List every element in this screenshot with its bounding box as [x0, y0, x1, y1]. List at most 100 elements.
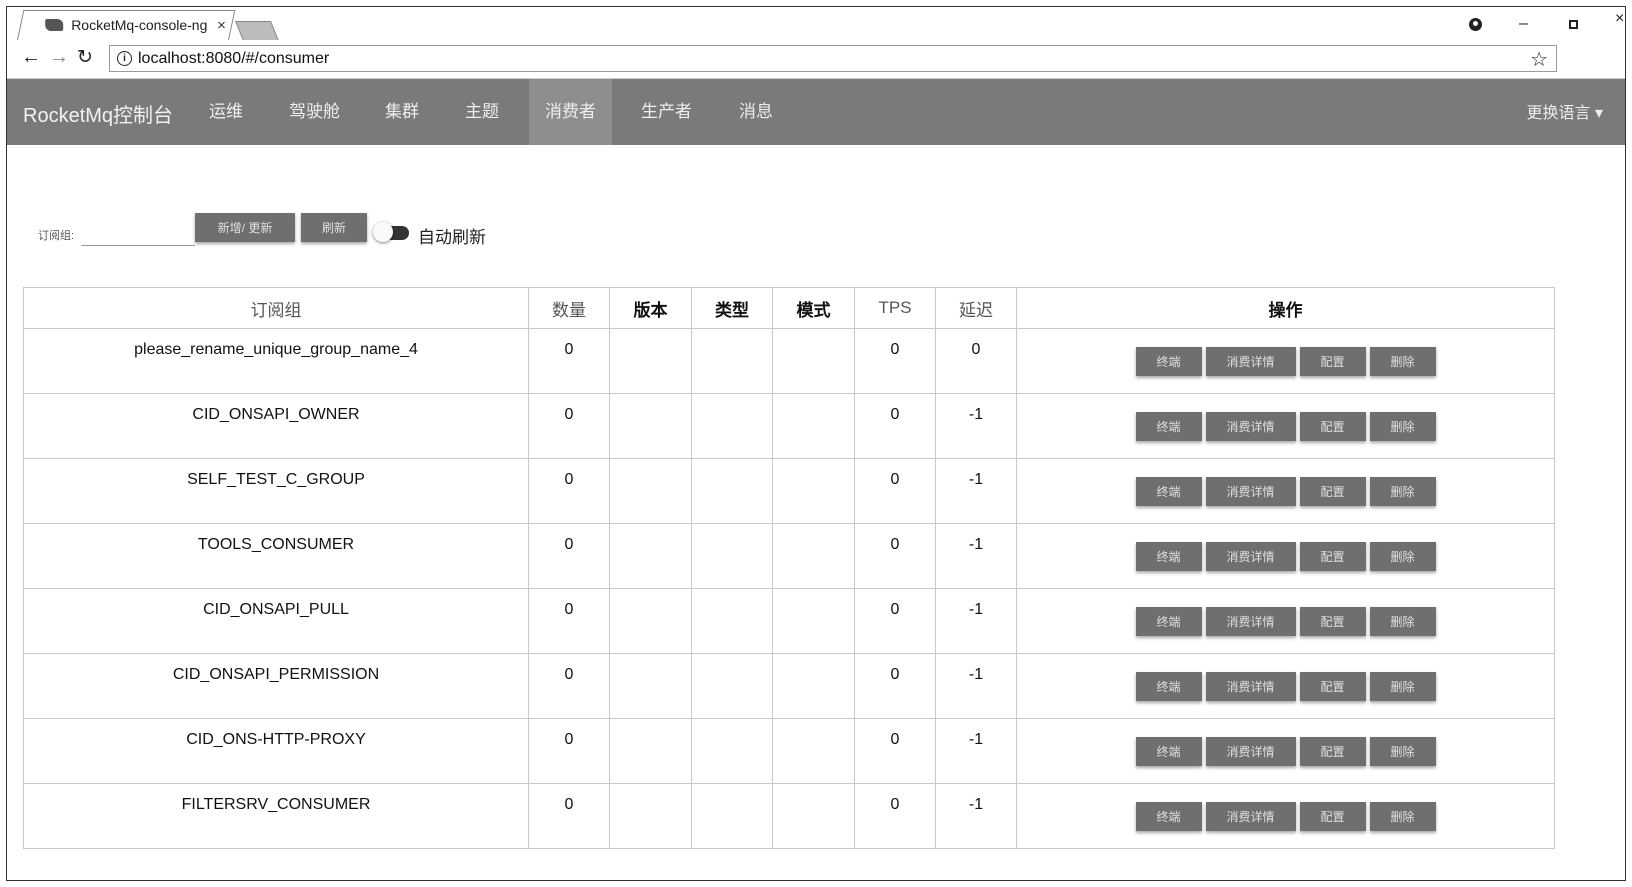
nav-item-dashboard[interactable]: 驾驶舱	[273, 79, 356, 145]
consume-detail-button[interactable]: 消费详情	[1205, 347, 1296, 376]
restore-icon[interactable]	[1569, 20, 1578, 29]
config-button[interactable]: 配置	[1299, 347, 1366, 376]
cell-delay: 0	[935, 328, 1017, 394]
reload-icon[interactable]: ↻	[77, 46, 93, 69]
language-dropdown[interactable]: 更换语言 ▾	[1527, 99, 1603, 123]
config-button[interactable]: 配置	[1299, 607, 1366, 636]
url-input[interactable]: i localhost:8080/#/consumer ☆	[109, 45, 1557, 72]
consume-detail-button[interactable]: 消费详情	[1205, 607, 1296, 636]
refresh-button[interactable]: 刷新	[301, 213, 367, 242]
cell-delay: -1	[935, 653, 1017, 719]
cell-tps: 0	[854, 393, 936, 459]
nav-item-message[interactable]: 消息	[723, 79, 789, 145]
config-button[interactable]: 配置	[1299, 672, 1366, 701]
cell-tps: 0	[854, 588, 936, 654]
terminal-button[interactable]: 终端	[1135, 672, 1202, 701]
browser-tab[interactable]: RocketMq-console-ng ×	[17, 10, 236, 40]
column-header-count[interactable]: 数量	[528, 287, 610, 329]
cell-count: 0	[528, 653, 610, 719]
delete-button[interactable]: 删除	[1369, 672, 1436, 701]
account-icon[interactable]	[1469, 18, 1482, 31]
config-button[interactable]: 配置	[1299, 412, 1366, 441]
address-bar: ← → ↻ i localhost:8080/#/consumer ☆	[7, 40, 1625, 79]
consume-detail-button[interactable]: 消费详情	[1205, 672, 1296, 701]
delete-button[interactable]: 删除	[1369, 347, 1436, 376]
terminal-button[interactable]: 终端	[1135, 477, 1202, 506]
config-button[interactable]: 配置	[1299, 802, 1366, 831]
consume-detail-button[interactable]: 消费详情	[1205, 802, 1296, 831]
nav-item-ops[interactable]: 运维	[193, 79, 259, 145]
group-filter-input[interactable]	[81, 221, 195, 246]
cell-delay: -1	[935, 783, 1017, 849]
cell-tps: 0	[854, 653, 936, 719]
consume-detail-button[interactable]: 消费详情	[1205, 542, 1296, 571]
cell-tps: 0	[854, 783, 936, 849]
forward-arrow-icon[interactable]: →	[49, 46, 69, 69]
column-header-delay[interactable]: 延迟	[935, 287, 1017, 329]
cell-mode	[772, 653, 855, 719]
cell-delay: -1	[935, 393, 1017, 459]
terminal-button[interactable]: 终端	[1135, 802, 1202, 831]
table-row: please_rename_unique_group_name_4 0 0 0 终端 消费…	[23, 328, 1555, 394]
bookmark-star-icon[interactable]: ☆	[1530, 47, 1548, 72]
consume-detail-button[interactable]: 消费详情	[1205, 737, 1296, 766]
config-button[interactable]: 配置	[1299, 477, 1366, 506]
consume-detail-button[interactable]: 消费详情	[1205, 412, 1296, 441]
terminal-button[interactable]: 终端	[1135, 347, 1202, 376]
cell-mode	[772, 588, 855, 654]
terminal-button[interactable]: 终端	[1135, 737, 1202, 766]
nav-item-cluster[interactable]: 集群	[369, 79, 435, 145]
new-tab-button[interactable]	[234, 21, 280, 41]
config-button[interactable]: 配置	[1299, 737, 1366, 766]
table-row: CID_ONSAPI_OWNER 0 0 -1 终端 消费详情 配置 删除	[23, 393, 1555, 459]
cell-group: FILTERSRV_CONSUMER	[23, 783, 529, 849]
column-header-tps[interactable]: TPS	[854, 287, 936, 329]
consume-detail-button[interactable]: 消费详情	[1205, 477, 1296, 506]
delete-button[interactable]: 删除	[1369, 542, 1436, 571]
delete-button[interactable]: 删除	[1369, 477, 1436, 506]
cell-type	[691, 523, 773, 589]
terminal-button[interactable]: 终端	[1135, 542, 1202, 571]
cell-mode	[772, 523, 855, 589]
cell-group: TOOLS_CONSUMER	[23, 523, 529, 589]
toggle-thumb	[373, 222, 393, 242]
nav-item-consumer[interactable]: 消费者	[529, 79, 612, 145]
auto-refresh-toggle[interactable]	[373, 222, 409, 242]
table-header-row: 订阅组 数量 版本 类型 模式 TPS 延迟 操作	[23, 287, 1555, 329]
delete-button[interactable]: 删除	[1369, 412, 1436, 441]
column-header-version[interactable]: 版本	[609, 287, 692, 329]
cell-type	[691, 328, 773, 394]
brand-title[interactable]: RocketMq控制台	[23, 99, 173, 128]
config-button[interactable]: 配置	[1299, 542, 1366, 571]
cell-tps: 0	[854, 718, 936, 784]
tab-close-icon[interactable]: ×	[217, 17, 226, 34]
nav-item-producer[interactable]: 生产者	[625, 79, 708, 145]
cell-group: CID_ONSAPI_PULL	[23, 588, 529, 654]
close-window-icon[interactable]: ×	[1615, 10, 1624, 28]
column-header-mode[interactable]: 模式	[772, 287, 855, 329]
delete-button[interactable]: 删除	[1369, 737, 1436, 766]
cell-group: please_rename_unique_group_name_4	[23, 328, 529, 394]
tab-strip: RocketMq-console-ng × – ×	[7, 7, 1625, 41]
cell-tps: 0	[854, 328, 936, 394]
cell-version	[609, 328, 692, 394]
terminal-button[interactable]: 终端	[1135, 607, 1202, 636]
add-update-button[interactable]: 新增/ 更新	[195, 213, 295, 242]
cell-mode	[772, 458, 855, 524]
column-header-group[interactable]: 订阅组	[23, 287, 529, 329]
minimize-icon[interactable]: –	[1519, 15, 1528, 33]
cell-mode	[772, 393, 855, 459]
cell-type	[691, 783, 773, 849]
column-header-type[interactable]: 类型	[691, 287, 773, 329]
table-row: SELF_TEST_C_GROUP 0 0 -1 终端 消费详情 配置 删除	[23, 458, 1555, 524]
cell-version	[609, 718, 692, 784]
back-arrow-icon[interactable]: ←	[21, 46, 41, 69]
cell-version	[609, 393, 692, 459]
info-icon[interactable]: i	[117, 51, 132, 66]
delete-button[interactable]: 删除	[1369, 802, 1436, 831]
terminal-button[interactable]: 终端	[1135, 412, 1202, 441]
delete-button[interactable]: 删除	[1369, 607, 1436, 636]
cell-delay: -1	[935, 523, 1017, 589]
auto-refresh-label: 自动刷新	[418, 228, 486, 247]
nav-item-topic[interactable]: 主题	[449, 79, 515, 145]
